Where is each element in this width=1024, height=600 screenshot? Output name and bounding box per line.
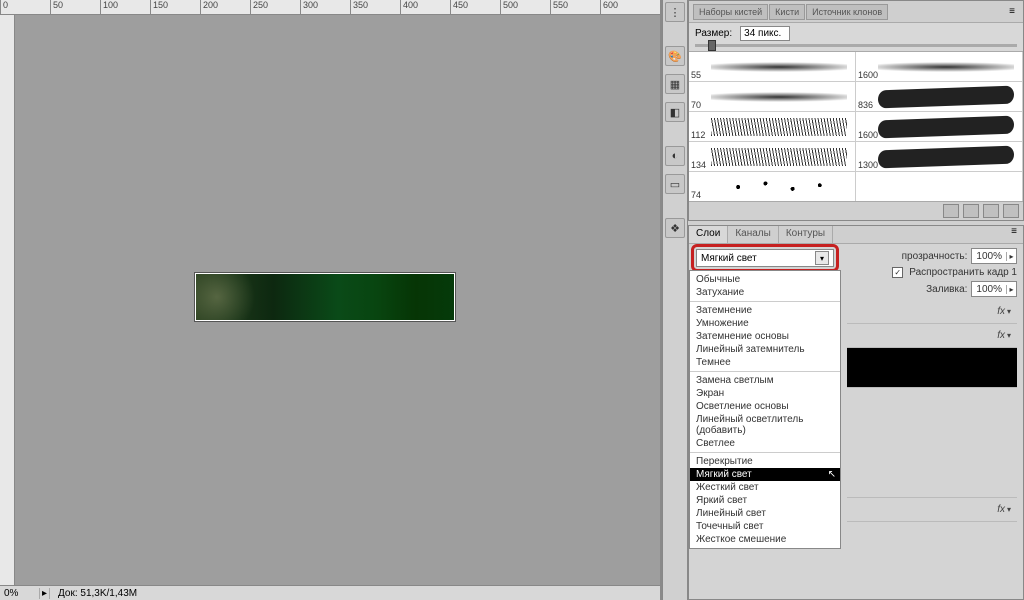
layers-panel: Слои Каналы Контуры ≡ Мягкий свет ▾ Обыч… bbox=[688, 225, 1024, 600]
propagate-label: Распространить кадр 1 bbox=[909, 267, 1017, 278]
blend-mode-option[interactable]: Умножение bbox=[690, 317, 840, 330]
new-brush-icon[interactable] bbox=[983, 204, 999, 218]
fx-badge[interactable]: fx bbox=[997, 306, 1005, 317]
blend-mode-value: Мягкий свет bbox=[701, 253, 757, 264]
layer-row[interactable]: fx ▾ bbox=[847, 498, 1017, 522]
panel-grip-icon[interactable]: ⋮ bbox=[665, 2, 685, 22]
status-bar: 0% ▸ Док: 51,3K/1,43M bbox=[0, 585, 660, 600]
fill-label: Заливка: bbox=[926, 284, 967, 295]
layer-row[interactable]: fx ▾ bbox=[847, 324, 1017, 348]
brush-preset[interactable] bbox=[856, 172, 1023, 201]
chevron-down-icon[interactable]: ▾ bbox=[815, 251, 829, 265]
chevron-down-icon[interactable]: ▾ bbox=[1007, 331, 1011, 340]
blend-mode-option[interactable]: Линейный свет bbox=[690, 507, 840, 520]
blend-mode-option[interactable]: Экран bbox=[690, 387, 840, 400]
styles-icon[interactable]: ◧ bbox=[665, 102, 685, 122]
blend-mode-option[interactable]: Затухание bbox=[690, 286, 840, 299]
brush-presets-panel: Наборы кистей Кисти Источник клонов ≡ Ра… bbox=[688, 0, 1024, 221]
chevron-down-icon[interactable]: ▾ bbox=[1007, 307, 1011, 316]
blend-mode-option[interactable]: Жесткое смешение bbox=[690, 533, 840, 546]
ruler-vertical bbox=[0, 15, 15, 585]
brush-preset[interactable]: 836 bbox=[856, 82, 1023, 112]
blend-mode-option[interactable]: Линейный затемнитель bbox=[690, 343, 840, 356]
brush-preset-list[interactable]: 551600708361121600134130074 bbox=[689, 51, 1023, 201]
fx-badge[interactable]: fx bbox=[997, 504, 1005, 515]
document-canvas[interactable] bbox=[195, 273, 455, 321]
tab-brush-presets[interactable]: Наборы кистей bbox=[693, 4, 768, 20]
delete-brush-icon[interactable] bbox=[1003, 204, 1019, 218]
zoom-field[interactable]: 0% bbox=[0, 588, 40, 599]
brush-preset[interactable]: 1300 bbox=[856, 142, 1023, 172]
workspace[interactable] bbox=[15, 15, 660, 585]
blend-mode-list[interactable]: ОбычныеЗатухание ЗатемнениеУмножениеЗатем… bbox=[689, 270, 841, 549]
canvas-area: 050100150200250300350400450500550600 0% … bbox=[0, 0, 660, 600]
blend-mode-highlight: Мягкий свет ▾ bbox=[691, 244, 839, 272]
brush-preset[interactable]: 70 bbox=[689, 82, 856, 112]
blend-mode-option[interactable]: Осветление основы bbox=[690, 400, 840, 413]
brush-preset[interactable]: 1600 bbox=[856, 52, 1023, 82]
layers-panel-menu-icon[interactable]: ≡ bbox=[1005, 226, 1023, 243]
fx-badge[interactable]: fx bbox=[997, 330, 1005, 341]
blend-mode-option[interactable]: Линейный осветлитель (добавить) bbox=[690, 413, 840, 437]
brush-panel-menu-icon[interactable]: ≡ bbox=[1005, 6, 1019, 17]
blend-mode-dropdown[interactable]: Мягкий свет ▾ bbox=[696, 249, 834, 267]
tab-brushes[interactable]: Кисти bbox=[769, 4, 805, 20]
right-dock: ⋮ 🎨 ▦ ◧ ◐ ▭ ❖ Наборы кистей Кисти Источн… bbox=[662, 0, 1024, 600]
layers-dock-icon[interactable]: ❖ bbox=[665, 218, 685, 238]
slider-thumb[interactable] bbox=[708, 40, 716, 51]
fill-field[interactable]: 100%▸ bbox=[971, 281, 1017, 297]
adjustments-icon[interactable]: ◐ bbox=[665, 146, 685, 166]
tab-paths[interactable]: Контуры bbox=[779, 226, 833, 243]
layer-row[interactable] bbox=[847, 388, 1017, 498]
blend-mode-option[interactable]: Жесткий свет bbox=[690, 481, 840, 494]
brush-preset[interactable]: 1600 bbox=[856, 112, 1023, 142]
blend-mode-option[interactable]: Замена светлым bbox=[690, 374, 840, 387]
blend-mode-option[interactable]: Яркий свет bbox=[690, 494, 840, 507]
toggle-view-icon[interactable] bbox=[943, 204, 959, 218]
brush-panel-footer bbox=[689, 201, 1023, 220]
blend-mode-option[interactable]: Мягкий свет↖ bbox=[690, 468, 840, 481]
blend-mode-option[interactable]: Перекрытие bbox=[690, 455, 840, 468]
opacity-field[interactable]: 100%▸ bbox=[971, 248, 1017, 264]
blend-mode-option[interactable]: Обычные bbox=[690, 273, 840, 286]
layer-row[interactable] bbox=[847, 348, 1017, 388]
zoom-arrow-icon[interactable]: ▸ bbox=[40, 588, 50, 599]
color-picker-icon[interactable]: 🎨 bbox=[665, 46, 685, 66]
blend-mode-option[interactable]: Темнее bbox=[690, 356, 840, 369]
ruler-horizontal: 050100150200250300350400450500550600 bbox=[0, 0, 660, 15]
opacity-label: прозрачность: bbox=[902, 251, 968, 262]
masks-icon[interactable]: ▭ bbox=[665, 174, 685, 194]
layer-row[interactable]: fx ▾ bbox=[847, 300, 1017, 324]
blend-mode-option[interactable]: Светлее bbox=[690, 437, 840, 450]
chevron-down-icon[interactable]: ▾ bbox=[1007, 505, 1011, 514]
brush-preset[interactable]: 134 bbox=[689, 142, 856, 172]
layer-stack: fx ▾ fx ▾ fx ▾ bbox=[847, 300, 1017, 522]
swatches-icon[interactable]: ▦ bbox=[665, 74, 685, 94]
cursor-icon: ↖ bbox=[828, 469, 836, 480]
blend-mode-option[interactable]: Затемнение основы bbox=[690, 330, 840, 343]
tab-layers[interactable]: Слои bbox=[689, 226, 728, 243]
tab-clone-source[interactable]: Источник клонов bbox=[806, 4, 888, 20]
blend-mode-option[interactable]: Затемнение bbox=[690, 304, 840, 317]
brush-panel-tabs: Наборы кистей Кисти Источник клонов bbox=[693, 4, 888, 20]
brush-size-input[interactable] bbox=[740, 26, 790, 41]
save-preset-icon[interactable] bbox=[963, 204, 979, 218]
brush-size-label: Размер: bbox=[695, 28, 732, 39]
brush-preset[interactable]: 55 bbox=[689, 52, 856, 82]
brush-size-slider[interactable] bbox=[689, 44, 1023, 51]
blend-mode-option[interactable]: Точечный свет bbox=[690, 520, 840, 533]
tab-channels[interactable]: Каналы bbox=[728, 226, 779, 243]
propagate-checkbox[interactable]: ✓ bbox=[892, 267, 903, 278]
doc-size-label: Док: 51,3K/1,43M bbox=[50, 588, 137, 599]
brush-preset[interactable]: 74 bbox=[689, 172, 856, 201]
brush-preset[interactable]: 112 bbox=[689, 112, 856, 142]
dock-icon-strip: ⋮ 🎨 ▦ ◧ ◐ ▭ ❖ bbox=[662, 0, 688, 600]
